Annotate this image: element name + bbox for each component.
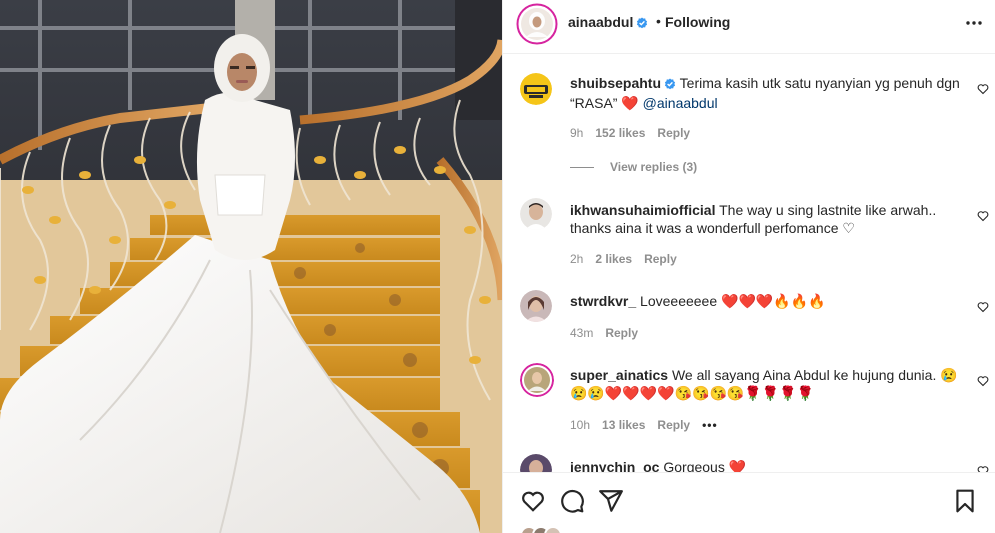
- comment-heart-icon[interactable]: [977, 300, 989, 316]
- comment-time[interactable]: 9h: [570, 126, 583, 140]
- comment-meta: 9h 152 likes Reply: [570, 126, 690, 140]
- commenter-username[interactable]: super_ainatics: [570, 367, 668, 383]
- comment-text: ikhwansuhaimiofficial The way u sing las…: [570, 201, 965, 238]
- heart-emoji: ❤️: [621, 95, 639, 111]
- emoji-string-line2: 😢😢❤️❤️❤️❤️😘😘😘😘🌹🌹🌹🌹: [570, 385, 815, 401]
- comment-icon[interactable]: [559, 488, 585, 517]
- more-options-icon[interactable]: [965, 14, 983, 35]
- commenter-avatar[interactable]: [520, 73, 552, 105]
- post-actions-bar: [503, 472, 995, 533]
- emoji-string: 😢: [940, 367, 958, 383]
- comment-body: We all sayang Aina Abdul ke hujung dunia…: [671, 367, 937, 383]
- commenter-username[interactable]: shuibsepahtu: [570, 75, 661, 91]
- comment-meta: 10h 13 likes Reply •••: [570, 418, 718, 432]
- comment-likes[interactable]: 2 likes: [595, 252, 632, 266]
- verified-badge-icon: [664, 76, 676, 94]
- comment-meta: 43m Reply: [570, 326, 638, 340]
- reply-button[interactable]: Reply: [657, 126, 690, 140]
- comment-text: shuibsepahtu Terima kasih utk satu nyany…: [570, 74, 965, 112]
- comment-heart-icon[interactable]: [977, 374, 989, 390]
- commenter-username[interactable]: ikhwansuhaimiofficial: [570, 202, 715, 218]
- emoji-string: ❤️❤️❤️🔥🔥🔥: [721, 293, 826, 309]
- reply-button[interactable]: Reply: [644, 252, 677, 266]
- commenter-username[interactable]: stwrdkvr_: [570, 293, 636, 309]
- reply-button[interactable]: Reply: [605, 326, 638, 340]
- comment-time[interactable]: 2h: [570, 252, 583, 266]
- comment-text: stwrdkvr_ Loveeeeeee ❤️❤️❤️🔥🔥🔥: [570, 292, 965, 310]
- commenter-avatar[interactable]: [520, 290, 552, 322]
- view-replies-label[interactable]: View replies (3): [610, 160, 697, 174]
- verified-badge-icon: [636, 16, 648, 32]
- heart-icon[interactable]: [520, 488, 546, 517]
- mention-link[interactable]: @ainaabdul: [643, 95, 718, 111]
- comments-panel: ainaabdul • Following shuibsepahtu Terim…: [502, 0, 995, 533]
- comment-likes[interactable]: 13 likes: [602, 418, 645, 432]
- commenter-avatar[interactable]: [520, 198, 552, 230]
- comment-text: super_ainatics We all sayang Aina Abdul …: [570, 366, 965, 402]
- heart-outline-emoji: ♡: [842, 221, 855, 237]
- bookmark-icon[interactable]: [952, 488, 978, 517]
- liker-avatar[interactable]: [544, 526, 562, 533]
- comment-more-button[interactable]: •••: [702, 418, 718, 432]
- author-avatar[interactable]: [516, 3, 558, 48]
- author-username-text[interactable]: ainaabdul: [568, 14, 633, 30]
- replies-divider: [570, 166, 594, 168]
- comment-time[interactable]: 10h: [570, 418, 590, 432]
- comment-likes[interactable]: 152 likes: [595, 126, 645, 140]
- following-button[interactable]: Following: [665, 14, 730, 30]
- author-username[interactable]: ainaabdul: [568, 14, 648, 32]
- comment-body: Loveeeeeee: [640, 293, 718, 309]
- comment-meta: 2h 2 likes Reply: [570, 252, 677, 266]
- share-icon[interactable]: [598, 488, 624, 517]
- reply-button[interactable]: Reply: [657, 418, 690, 432]
- comment-time[interactable]: 43m: [570, 326, 593, 340]
- header-separator: •: [656, 13, 661, 29]
- comment-heart-icon[interactable]: [977, 82, 989, 98]
- post-photo[interactable]: [0, 0, 502, 533]
- liked-by-avatars[interactable]: [520, 526, 562, 533]
- commenter-avatar[interactable]: [520, 363, 554, 397]
- post-header: ainaabdul • Following: [503, 0, 995, 54]
- view-replies-button[interactable]: View replies (3): [570, 160, 697, 174]
- comment-heart-icon[interactable]: [977, 209, 989, 225]
